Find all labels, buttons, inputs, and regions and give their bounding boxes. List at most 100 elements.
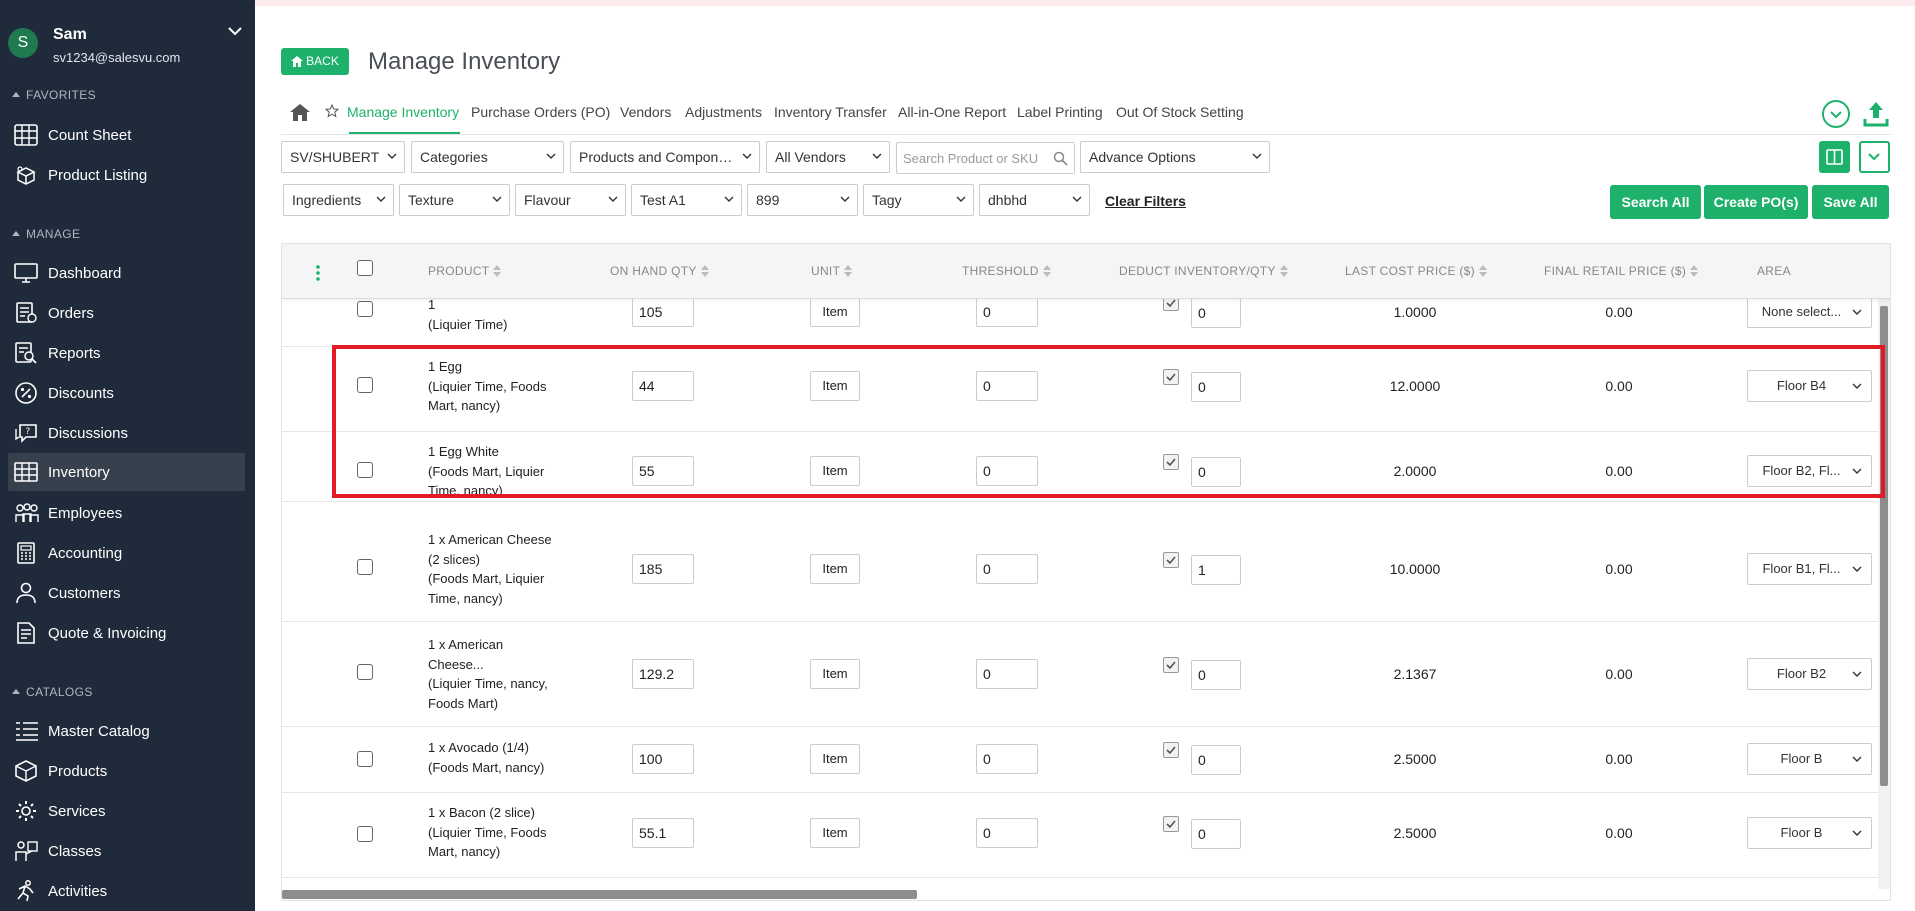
sidebar-item-product-listing[interactable]: Product Listing — [8, 156, 245, 194]
number-select[interactable]: 899 — [747, 184, 858, 216]
sidebar-item-services[interactable]: Services — [8, 792, 245, 830]
section-catalogs[interactable]: CATALOGS — [12, 685, 93, 699]
on-hand-qty-input[interactable]: 55.1 — [632, 818, 694, 848]
product-cell[interactable]: 1 x American Cheese... (Liquier Time, nan… — [428, 635, 558, 713]
search-all-button[interactable]: Search All — [1610, 185, 1701, 219]
area-select[interactable]: Floor B — [1747, 743, 1872, 775]
location-select[interactable]: SV/SHUBERT — [281, 141, 405, 173]
unit-button[interactable]: Item — [810, 659, 860, 689]
threshold-input[interactable]: 0 — [976, 744, 1038, 774]
area-select[interactable]: None select... — [1747, 299, 1872, 328]
sidebar-item-master-catalog[interactable]: Master Catalog — [8, 712, 245, 750]
kebab-menu-icon[interactable] — [315, 265, 321, 281]
unit-button[interactable]: Item — [810, 554, 860, 584]
threshold-input[interactable]: 0 — [976, 818, 1038, 848]
product-cell[interactable]: 1 (Liquier Time) — [428, 299, 558, 334]
on-hand-qty-input[interactable]: 129.2 — [632, 659, 694, 689]
create-po-button[interactable]: Create PO(s) — [1704, 185, 1808, 219]
sidebar-item-discussions[interactable]: ? Discussions — [8, 414, 245, 452]
texture-select[interactable]: Texture — [399, 184, 510, 216]
column-header-product[interactable]: PRODUCT — [428, 264, 502, 278]
tab-purchase-orders[interactable]: Purchase Orders (PO) — [471, 104, 610, 120]
sidebar-item-discounts[interactable]: Discounts — [8, 374, 245, 412]
select-all-checkbox[interactable] — [357, 260, 373, 276]
clear-filters-link[interactable]: Clear Filters — [1105, 193, 1186, 209]
column-header-unit[interactable]: UNIT — [811, 264, 853, 278]
row-checkbox[interactable] — [357, 559, 373, 575]
vendors-select[interactable]: All Vendors — [766, 141, 890, 173]
sidebar-item-orders[interactable]: Orders — [8, 294, 245, 332]
row-checkbox[interactable] — [357, 664, 373, 680]
sidebar-item-reports[interactable]: Reports — [8, 334, 245, 372]
section-manage[interactable]: MANAGE — [12, 227, 80, 241]
deduct-qty-input[interactable]: 0 — [1191, 299, 1241, 328]
products-select[interactable]: Products and Compone... — [570, 141, 760, 173]
home-icon[interactable] — [290, 104, 310, 121]
deduct-qty-input[interactable]: 0 — [1191, 819, 1241, 849]
user-menu[interactable]: S Sam sv1234@salesvu.com — [0, 10, 255, 70]
tab-out-of-stock-setting[interactable]: Out Of Stock Setting — [1116, 104, 1244, 120]
row-checkbox[interactable] — [357, 826, 373, 842]
back-button[interactable]: BACK — [281, 48, 349, 75]
deduct-checkbox[interactable] — [1163, 816, 1179, 832]
unit-button[interactable]: Item — [810, 744, 860, 774]
threshold-input[interactable]: 0 — [976, 299, 1038, 327]
search-input[interactable] — [903, 149, 1043, 167]
categories-select[interactable]: Categories — [411, 141, 564, 173]
sidebar-item-classes[interactable]: Classes — [8, 832, 245, 870]
deduct-qty-input[interactable]: 0 — [1191, 660, 1241, 690]
column-header-deduct-inventory[interactable]: DEDUCT INVENTORY/QTY — [1119, 264, 1288, 278]
flavour-select[interactable]: Flavour — [515, 184, 626, 216]
on-hand-qty-input[interactable]: 185 — [632, 554, 694, 584]
column-header-last-cost-price[interactable]: LAST COST PRICE ($) — [1345, 264, 1487, 278]
tab-inventory-transfer[interactable]: Inventory Transfer — [774, 104, 887, 120]
more-options-button[interactable] — [1859, 141, 1890, 173]
product-cell[interactable]: 1 x American Cheese (2 slices) (Foods Mar… — [428, 530, 558, 608]
columns-toggle-button[interactable] — [1819, 141, 1850, 173]
area-select[interactable]: Floor B1, Fl... — [1747, 553, 1872, 585]
sidebar-item-accounting[interactable]: Accounting — [8, 534, 245, 572]
save-all-button[interactable]: Save All — [1812, 185, 1889, 219]
sidebar-item-customers[interactable]: Customers — [8, 574, 245, 612]
product-cell[interactable]: 1 x Avocado (1/4) (Foods Mart, nancy) — [428, 738, 558, 777]
tagy-select[interactable]: Tagy — [863, 184, 974, 216]
on-hand-qty-input[interactable]: 100 — [632, 744, 694, 774]
collapse-button[interactable] — [1822, 100, 1850, 128]
tab-all-in-one-report[interactable]: All-in-One Report — [898, 104, 1006, 120]
tab-vendors[interactable]: Vendors — [620, 104, 671, 120]
sidebar-item-count-sheet[interactable]: Count Sheet — [8, 116, 245, 154]
unit-button[interactable]: Item — [810, 299, 860, 327]
column-header-on-hand-qty[interactable]: ON HAND QTY — [610, 264, 709, 278]
test-a1-select[interactable]: Test A1 — [631, 184, 742, 216]
deduct-checkbox[interactable] — [1163, 552, 1179, 568]
chevron-down-icon[interactable] — [228, 26, 242, 36]
sidebar-item-employees[interactable]: Employees — [8, 494, 245, 532]
tab-label-printing[interactable]: Label Printing — [1017, 104, 1103, 120]
threshold-input[interactable]: 0 — [976, 659, 1038, 689]
tab-manage-inventory[interactable]: Manage Inventory — [347, 104, 459, 120]
star-icon[interactable] — [325, 104, 339, 118]
sidebar-item-inventory[interactable]: Inventory — [8, 453, 245, 491]
sidebar-item-dashboard[interactable]: Dashboard — [8, 254, 245, 292]
product-cell[interactable]: 1 x Bacon (2 slice) (Liquier Time, Foods … — [428, 803, 558, 862]
row-checkbox[interactable] — [357, 301, 373, 317]
deduct-qty-input[interactable]: 1 — [1191, 555, 1241, 585]
column-header-final-retail-price[interactable]: FINAL RETAIL PRICE ($) — [1544, 264, 1699, 278]
area-select[interactable]: Floor B2 — [1747, 658, 1872, 690]
area-select[interactable]: Floor B — [1747, 817, 1872, 849]
deduct-qty-input[interactable]: 0 — [1191, 745, 1241, 775]
unit-button[interactable]: Item — [810, 818, 860, 848]
horizontal-scrollbar[interactable] — [282, 890, 917, 899]
threshold-input[interactable]: 0 — [976, 554, 1038, 584]
deduct-checkbox[interactable] — [1163, 742, 1179, 758]
upload-icon[interactable] — [1862, 100, 1890, 128]
sidebar-item-quote-invoicing[interactable]: Quote & Invoicing — [8, 614, 245, 652]
search-icon[interactable] — [1053, 151, 1068, 166]
deduct-checkbox[interactable] — [1163, 299, 1179, 311]
column-header-threshold[interactable]: THRESHOLD — [962, 264, 1051, 278]
advance-options-select[interactable]: Advance Options — [1080, 141, 1270, 173]
tab-adjustments[interactable]: Adjustments — [685, 104, 762, 120]
ingredients-select[interactable]: Ingredients — [283, 184, 394, 216]
sidebar-item-activities[interactable]: Activities — [8, 872, 245, 910]
on-hand-qty-input[interactable]: 105 — [632, 299, 694, 327]
